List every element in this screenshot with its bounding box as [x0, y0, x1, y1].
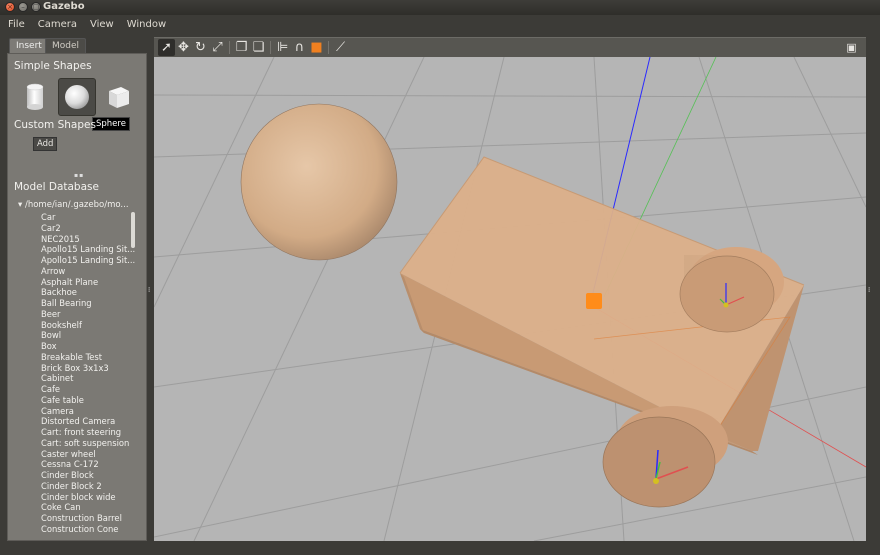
screenshot-icon: ▣ — [846, 41, 857, 54]
model-list-item[interactable]: Car2 — [41, 223, 135, 234]
box-icon — [109, 87, 129, 108]
render-toolbar: ➚ ✥ ↻ ⤢ ❐ ❏ ⊫ ∩ ■ ⟋ ▣ — [154, 37, 866, 57]
model-list-item[interactable]: Caster wheel — [41, 449, 135, 460]
measure-button[interactable]: ⟋ — [332, 39, 349, 56]
add-custom-shape-button[interactable]: Add — [33, 137, 58, 151]
model-list-item[interactable]: Brick Box 3x1x3 — [41, 363, 135, 374]
model-list-item[interactable]: Coke Can — [41, 502, 135, 513]
model-list-item[interactable]: Bookshelf — [41, 320, 135, 331]
splitter-grip-icon[interactable]: ▪▪ — [74, 172, 84, 179]
scale-icon: ⤢ — [212, 40, 223, 55]
model-database-list: Car Car2 NEC2015 Apollo15 Landing Sit... Apo… — [41, 212, 135, 535]
model-list-item[interactable]: Box — [41, 341, 135, 352]
menu-view[interactable]: View — [90, 19, 114, 30]
cylinder-shape-button[interactable] — [16, 78, 54, 116]
translate-icon: ✥ — [178, 40, 189, 55]
sphere-shape-button[interactable] — [58, 78, 96, 116]
screenshot-button[interactable]: ▣ — [843, 39, 860, 56]
rotate-icon: ↻ — [195, 40, 206, 55]
model-database-heading: Model Database — [14, 181, 99, 193]
model-list-item[interactable]: Cafe — [41, 384, 135, 395]
maximize-window-button[interactable]: □ — [31, 2, 41, 12]
snap-button[interactable]: ∩ — [291, 39, 308, 56]
custom-shapes-heading: Custom Shapes — [14, 119, 96, 131]
model-list-item[interactable]: Cafe table — [41, 395, 135, 406]
menu-file[interactable]: File — [8, 19, 25, 30]
simple-shapes-heading: Simple Shapes — [14, 60, 92, 72]
sphere-icon — [65, 85, 89, 109]
model-list-item[interactable]: Cart: soft suspension — [41, 438, 135, 449]
model-list-item[interactable]: Distorted Camera — [41, 416, 135, 427]
model-list-item[interactable]: Apollo15 Landing Sit... — [41, 244, 135, 255]
window-controls: × – □ — [5, 2, 41, 12]
model-list-item[interactable]: Arrow — [41, 266, 135, 277]
scene-render — [154, 57, 866, 541]
minimize-window-button[interactable]: – — [18, 2, 28, 12]
insert-pane: Simple Shapes Sphere Custom Shapes Add ▪… — [7, 53, 147, 541]
change-view-button[interactable]: ■ — [308, 39, 325, 56]
toolbar-separator — [229, 41, 230, 54]
align-button[interactable]: ⊫ — [274, 39, 291, 56]
snap-icon: ∩ — [294, 40, 305, 55]
menu-camera[interactable]: Camera — [38, 19, 77, 30]
tree-root-item[interactable]: ▾ /home/ian/.gazebo/mo... — [18, 200, 129, 210]
model-list-item[interactable]: Beer — [41, 309, 135, 320]
sphere-tooltip: Sphere — [92, 117, 130, 131]
sphere-model[interactable] — [240, 103, 398, 261]
scale-mode-button[interactable]: ⤢ — [209, 39, 226, 56]
measure-icon: ⟋ — [335, 40, 346, 55]
model-list-item[interactable]: Cinder Block 2 — [41, 481, 135, 492]
toolbar-separator — [328, 41, 329, 54]
tab-model[interactable]: Model — [45, 38, 87, 53]
vehicle-model[interactable] — [399, 156, 805, 508]
select-arrow-icon: ➚ — [161, 40, 172, 55]
copy-button[interactable]: ❐ — [233, 39, 250, 56]
left-panel: Insert Model Simple Shapes Sphere Custom… — [0, 33, 153, 545]
model-list-item[interactable]: Construction Barrel — [41, 513, 135, 524]
model-list-item[interactable]: Cessna C-172 — [41, 459, 135, 470]
menu-bar: File Camera View Window — [0, 15, 880, 33]
model-list-item[interactable]: Apollo15 Landing Sit... — [41, 255, 135, 266]
paste-button[interactable]: ❏ — [250, 39, 267, 56]
paste-icon: ❏ — [252, 40, 265, 55]
title-bar: × – □ Gazebo — [0, 0, 880, 15]
model-list-item[interactable]: Cinder Block — [41, 470, 135, 481]
align-icon: ⊫ — [276, 40, 289, 55]
window-title: Gazebo — [43, 1, 85, 12]
model-list-item[interactable]: Breakable Test — [41, 352, 135, 363]
toolbar-separator — [270, 41, 271, 54]
selection-handle[interactable] — [586, 293, 602, 309]
model-list-item[interactable]: Ball Bearing — [41, 298, 135, 309]
right-splitter-handle-icon[interactable]: ⁞ — [868, 286, 870, 294]
model-list-item[interactable]: NEC2015 — [41, 234, 135, 245]
close-window-button[interactable]: × — [5, 2, 15, 12]
model-list-item[interactable]: Camera — [41, 406, 135, 417]
tree-root-label: /home/ian/.gazebo/mo... — [24, 200, 129, 210]
menu-window[interactable]: Window — [127, 19, 166, 30]
copy-icon: ❐ — [235, 40, 248, 55]
box-shape-button[interactable] — [100, 78, 138, 116]
select-mode-button[interactable]: ➚ — [158, 39, 175, 56]
model-list-item[interactable]: Backhoe — [41, 287, 135, 298]
model-list-item[interactable]: Cabinet — [41, 373, 135, 384]
tab-insert[interactable]: Insert — [9, 38, 49, 53]
translate-mode-button[interactable]: ✥ — [175, 39, 192, 56]
expand-arrow-icon[interactable]: ▾ — [18, 200, 22, 210]
model-list-scrollbar[interactable] — [131, 212, 135, 248]
model-list-item[interactable]: Bowl — [41, 330, 135, 341]
model-list-item[interactable]: Cinder block wide — [41, 492, 135, 503]
rotate-mode-button[interactable]: ↻ — [192, 39, 209, 56]
3d-viewport[interactable] — [154, 57, 866, 541]
status-bar — [0, 545, 880, 555]
left-splitter-handle-icon[interactable]: ⁞ — [148, 286, 150, 294]
change-view-icon: ■ — [310, 40, 323, 55]
model-list-item[interactable]: Car — [41, 212, 135, 223]
model-list-item[interactable]: Asphalt Plane — [41, 277, 135, 288]
cylinder-icon — [26, 83, 44, 110]
model-list-item[interactable]: Construction Cone — [41, 524, 135, 535]
model-list-item[interactable]: Cart: front steering — [41, 427, 135, 438]
